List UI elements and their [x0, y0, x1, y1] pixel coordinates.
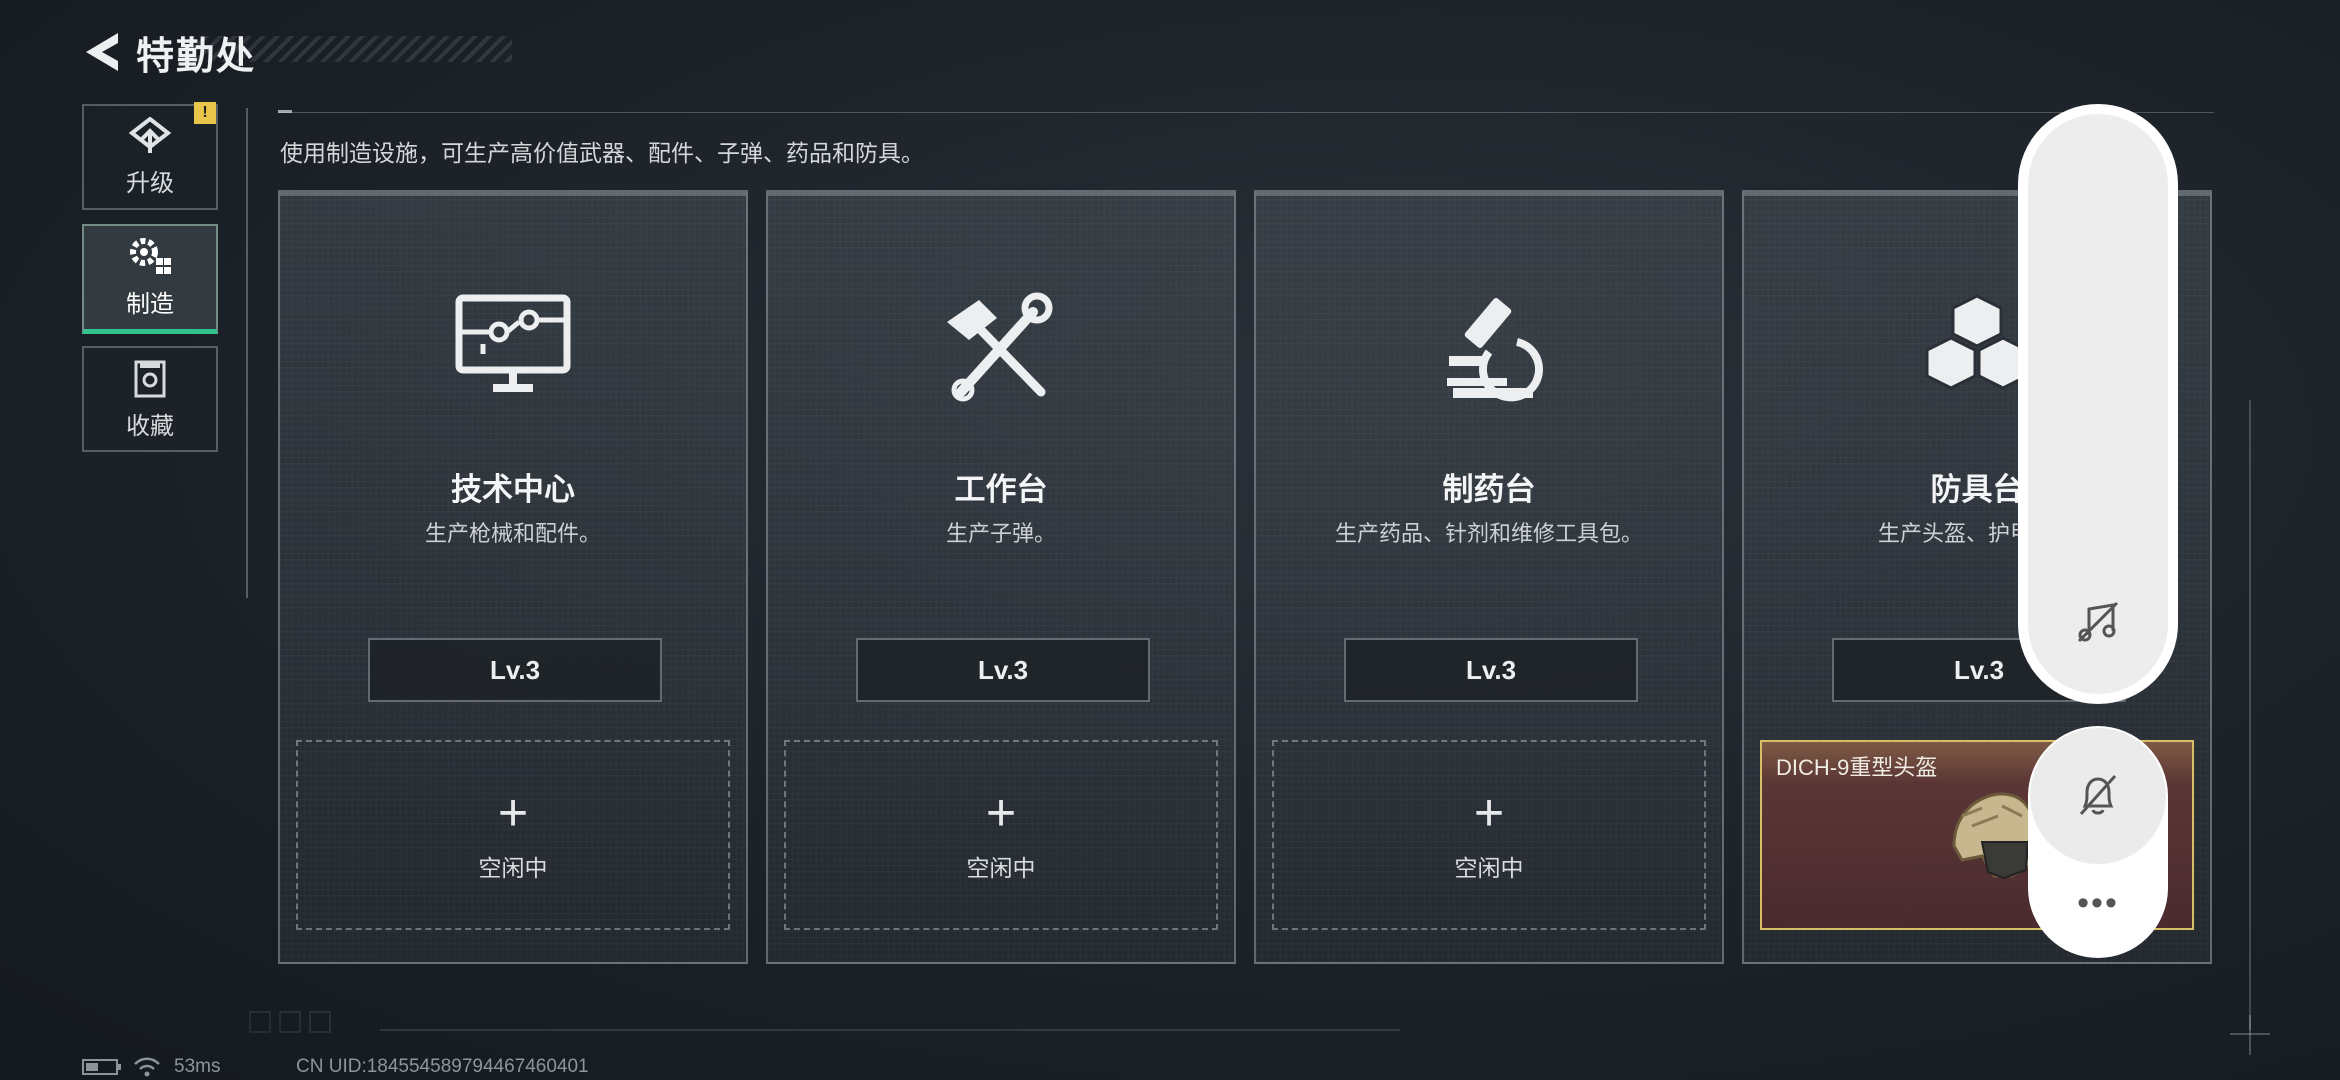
slot-status: 空闲中	[478, 855, 548, 881]
facility-card-pharmacy[interactable]: 制药台 生产药品、针剂和维修工具包。 Lv.3 + 空闲中	[1254, 190, 1724, 964]
collection-icon	[134, 360, 166, 397]
page-description: 使用制造设施，可生产高价值武器、配件、子弹、药品和防具。	[280, 140, 924, 166]
sidebar-item-craft[interactable]: 制造	[82, 224, 218, 334]
bell-off-icon	[2079, 774, 2117, 816]
craft-gear-icon	[130, 238, 171, 274]
back-button[interactable]	[80, 27, 124, 77]
user-uid: CN UID:184554589794467460401	[296, 1056, 589, 1077]
facility-name: 技术中心	[451, 472, 575, 507]
facility-description: 生产子弹。	[945, 521, 1056, 546]
back-arrow-icon	[86, 33, 118, 71]
level-button[interactable]: Lv.3	[856, 638, 1150, 702]
facility-description: 生产枪械和配件。	[424, 521, 601, 546]
battery-icon	[82, 1059, 121, 1075]
sidebar-item-collection[interactable]: 收藏	[82, 346, 218, 452]
divider	[278, 112, 2214, 113]
divider-accent	[278, 110, 292, 113]
music-off-icon	[2077, 601, 2119, 643]
upgrade-icon	[128, 116, 172, 153]
helmet-icon	[1952, 792, 2038, 880]
facility-card-tech-center[interactable]: 技术中心 生产枪械和配件。 Lv.3 + 空闲中	[278, 190, 748, 964]
mute-notifications-button[interactable]	[2030, 728, 2166, 864]
plus-icon: +	[497, 784, 529, 842]
status-bar: 53ms	[82, 1056, 220, 1078]
production-slot[interactable]: + 空闲中	[1272, 740, 1706, 930]
plus-icon: +	[1473, 784, 1505, 842]
sidebar-item-upgrade[interactable]: ! 升级	[82, 102, 218, 210]
sidebar-item-label: 升级	[126, 169, 174, 197]
title-decoration	[190, 36, 512, 62]
facility-description: 生产药品、针剂和维修工具包。	[1334, 521, 1643, 546]
hammer-wrench-icon	[947, 292, 1053, 402]
sidebar-item-label: 收藏	[126, 412, 174, 440]
facility-card-workbench[interactable]: 工作台 生产子弹。 Lv.3 + 空闲中	[766, 190, 1236, 964]
alert-badge: !	[194, 102, 216, 124]
slot-status: 空闲中	[1454, 855, 1524, 881]
music-off-button[interactable]	[2068, 598, 2128, 648]
production-slot[interactable]: + 空闲中	[296, 740, 730, 930]
production-slot[interactable]: + 空闲中	[784, 740, 1218, 930]
level-button[interactable]: Lv.3	[368, 638, 662, 702]
armor-boxes-icon	[1925, 294, 2029, 390]
level-button[interactable]: Lv.3	[1344, 638, 1638, 702]
facility-name: 工作台	[954, 472, 1048, 507]
facility-name: 制药台	[1442, 472, 1536, 507]
more-options-button[interactable]: •••	[2068, 884, 2128, 922]
divider	[246, 108, 248, 598]
monitor-circuit-icon	[455, 294, 571, 392]
ping-value: 53ms	[174, 1056, 221, 1077]
slot-status: 空闲中	[966, 855, 1036, 881]
wifi-icon	[134, 1057, 160, 1077]
sidebar-item-label: 制造	[126, 291, 174, 318]
microscope-icon	[1447, 298, 1543, 402]
crafting-item-name: DICH-9重型头盔	[1776, 755, 1938, 780]
plus-icon: +	[985, 784, 1017, 842]
